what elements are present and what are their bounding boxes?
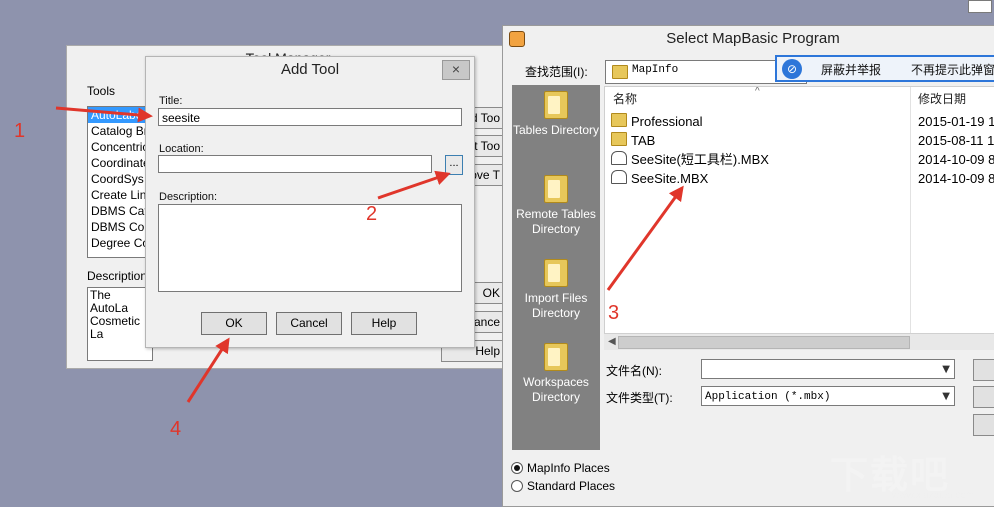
- annotation-4: 4: [170, 418, 182, 440]
- arrow-3: [606, 185, 684, 291]
- annotation-1: 1: [14, 120, 26, 142]
- annotation-2: 2: [366, 203, 378, 225]
- arrow-2: [377, 170, 451, 200]
- arrow-1: [55, 106, 153, 123]
- annotation-arrows: [55, 106, 684, 403]
- arrow-4: [186, 337, 230, 403]
- annotation-3: 3: [608, 302, 620, 324]
